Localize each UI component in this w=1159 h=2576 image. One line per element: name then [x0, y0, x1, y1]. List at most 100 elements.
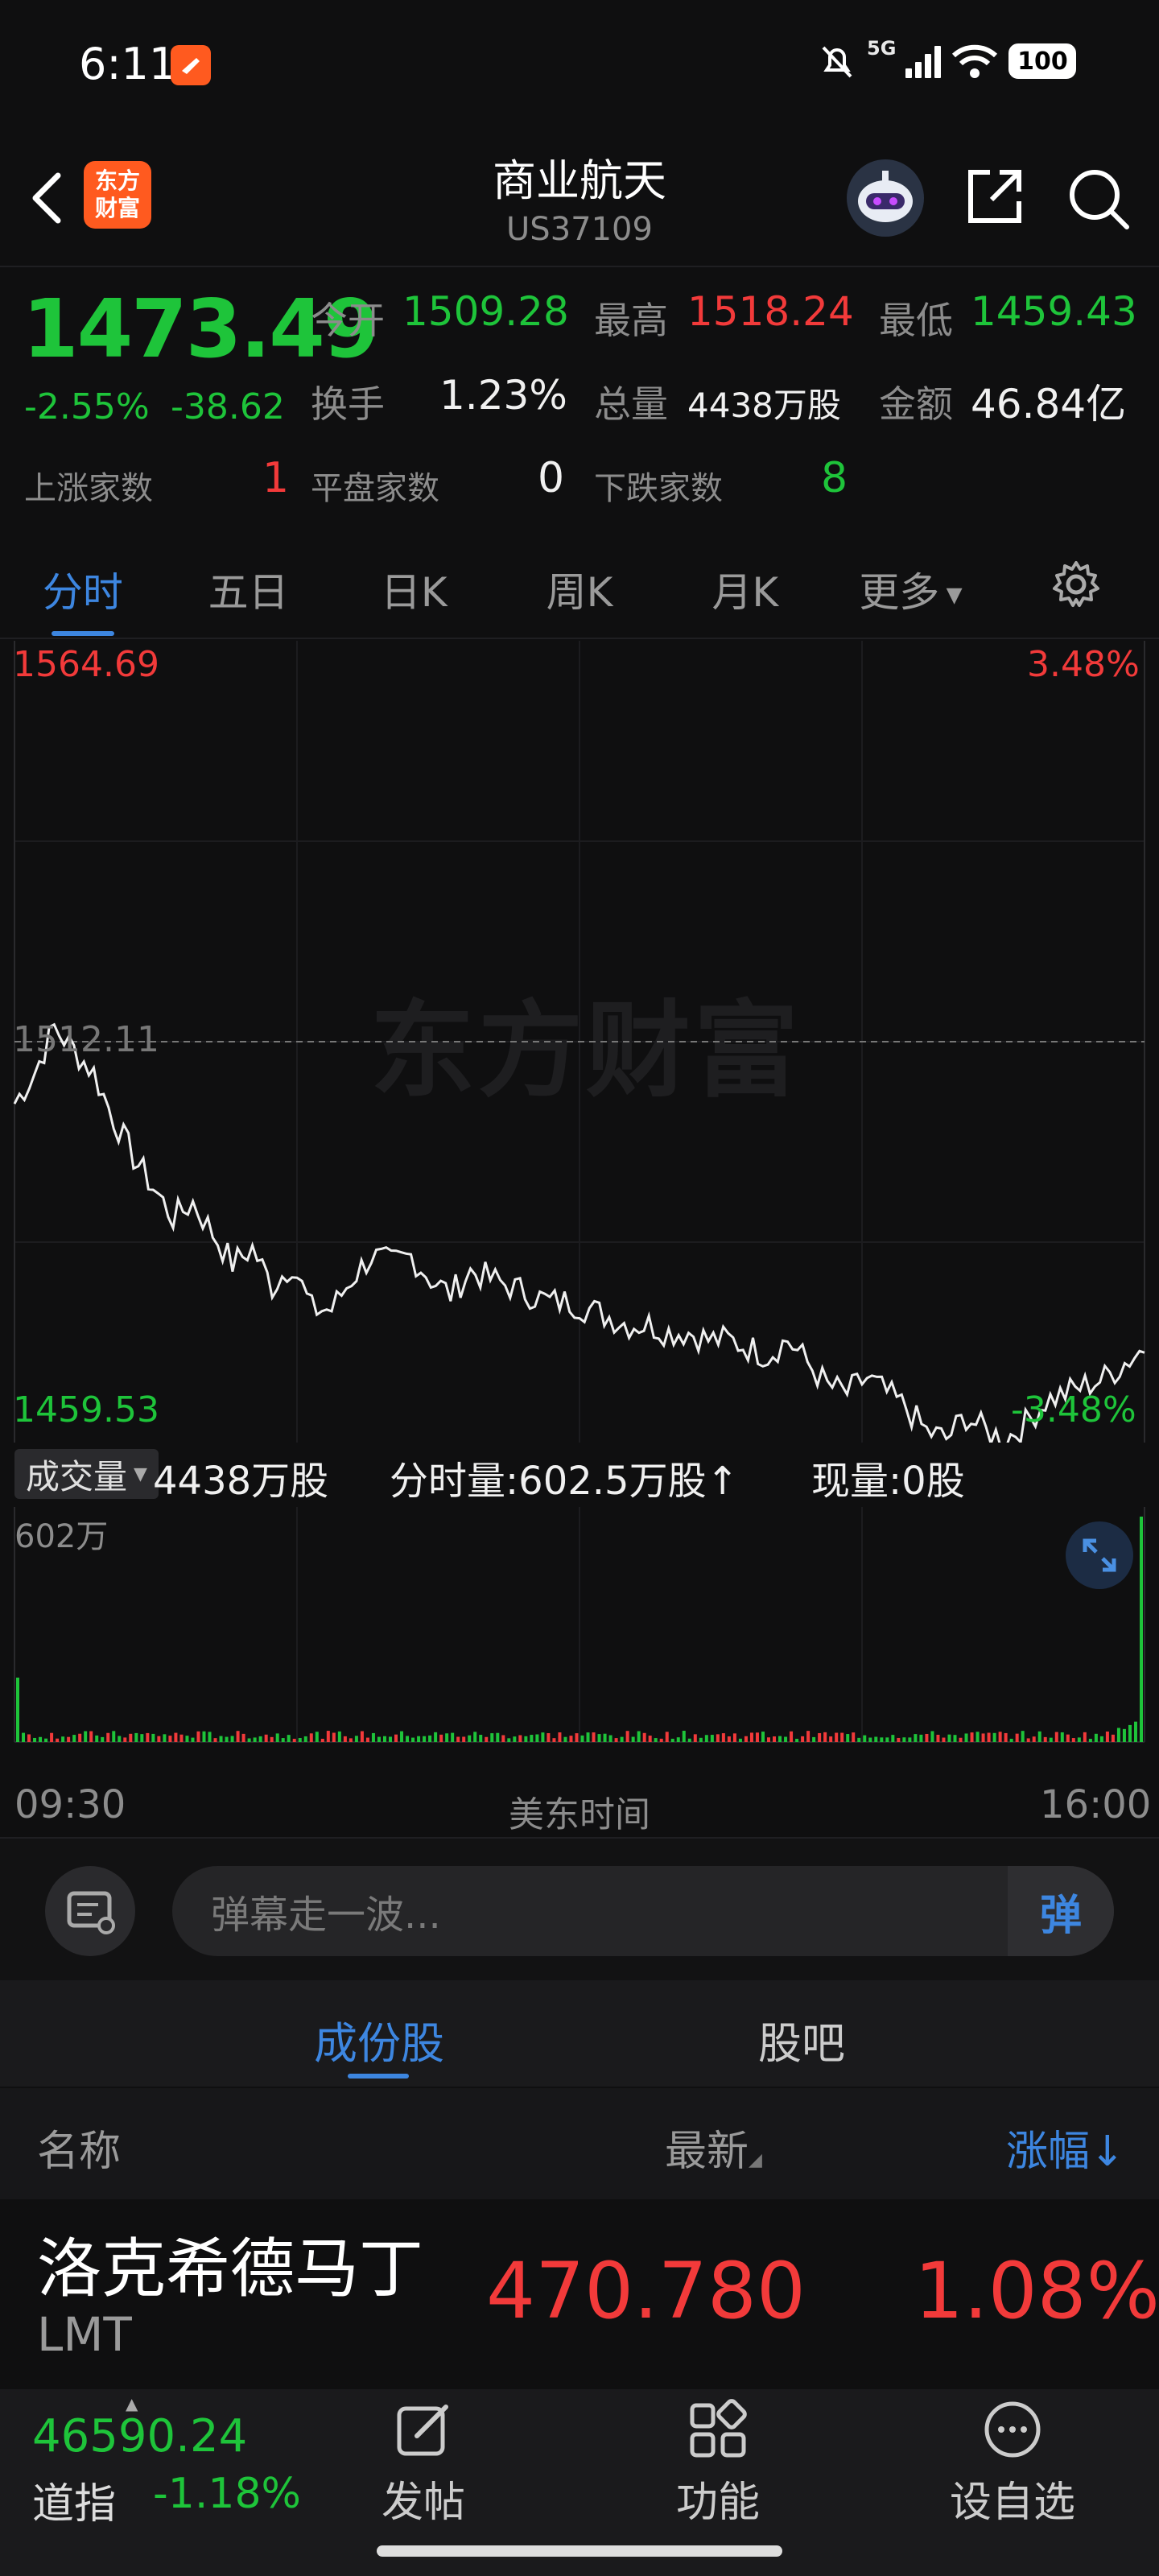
volume-bar	[947, 1734, 951, 1742]
volume-bar	[163, 1734, 167, 1742]
tab-forum[interactable]: 股吧	[758, 2008, 845, 2071]
time-axis-end: 16:00	[1040, 1782, 1152, 1827]
tab-weekly-k[interactable]: 周K	[497, 560, 662, 618]
volume-bar	[72, 1735, 76, 1742]
up-count-value: 1	[262, 454, 290, 502]
volume-bar	[225, 1736, 229, 1742]
chart-top-price: 1564.69	[13, 644, 159, 685]
share-icon[interactable]	[963, 164, 1027, 229]
volume-bar	[648, 1736, 652, 1742]
volume-bar	[693, 1734, 697, 1742]
volume-bar	[428, 1735, 432, 1742]
volume-bar	[631, 1736, 635, 1742]
volume-bar	[146, 1732, 150, 1742]
search-icon[interactable]	[1064, 164, 1132, 232]
volume-bar	[78, 1733, 82, 1742]
tab-more[interactable]: 更多 ▼	[828, 560, 994, 618]
add-watchlist-button[interactable]: 设自选	[932, 2399, 1093, 2529]
volume-bar	[490, 1733, 494, 1742]
volume-bar	[247, 1738, 251, 1742]
volume-bar	[456, 1736, 460, 1742]
volume-bar	[902, 1737, 906, 1742]
volume-bar	[343, 1736, 347, 1742]
volume-bar	[270, 1736, 274, 1742]
volume-bar	[818, 1732, 822, 1742]
volume-bar	[95, 1735, 99, 1742]
danmaku-send-button[interactable]: 弹	[1008, 1866, 1114, 1956]
volume-bar	[795, 1738, 799, 1742]
danmaku-toggle-button[interactable]	[45, 1866, 135, 1956]
tab-monthly-k[interactable]: 月K	[662, 560, 828, 618]
features-button[interactable]: 功能	[637, 2399, 798, 2529]
back-arrow-icon[interactable]	[23, 161, 71, 233]
volume-bar	[868, 1737, 872, 1742]
volume-bar	[1111, 1734, 1115, 1742]
expand-icon[interactable]	[1066, 1521, 1133, 1589]
volume-bar	[423, 1736, 427, 1742]
volume-bar	[67, 1736, 71, 1742]
robot-assistant-icon[interactable]	[847, 159, 924, 237]
dropdown-caret-icon: ▼	[939, 583, 963, 608]
volume-bar	[1004, 1732, 1008, 1742]
change-amount: -38.62	[171, 386, 285, 427]
add-watchlist-label: 设自选	[949, 2479, 1075, 2527]
volume-bar	[665, 1732, 669, 1742]
indicator-select[interactable]: 成交量 ▼	[14, 1449, 159, 1499]
volume-bar	[597, 1734, 601, 1742]
down-count-label: 下跌家数	[594, 470, 723, 507]
index-name: 道指	[32, 2480, 117, 2529]
chart-top-percent: 3.48%	[1027, 644, 1140, 685]
volume-bar	[1015, 1733, 1019, 1742]
volume-bar	[930, 1731, 934, 1742]
volume-bar	[468, 1735, 472, 1742]
post-button[interactable]: 发帖	[343, 2399, 504, 2529]
volume-bar	[264, 1734, 268, 1742]
volume-bar	[880, 1737, 884, 1742]
volume-bar	[592, 1732, 596, 1742]
turnover-label: 换手	[311, 382, 385, 426]
volume-bar	[388, 1736, 392, 1742]
volume-bar	[106, 1732, 110, 1742]
volume-bar	[1122, 1728, 1126, 1742]
volume-chart[interactable]	[0, 1507, 1159, 1781]
tab-daily-k[interactable]: 日K	[331, 560, 497, 618]
column-header-latest[interactable]: 最新◢	[665, 2117, 762, 2178]
volume-bar	[230, 1736, 234, 1742]
volume-bar	[157, 1736, 161, 1742]
volume-bar	[406, 1736, 410, 1742]
volume-bar	[1094, 1733, 1098, 1742]
volume-bar	[603, 1733, 607, 1742]
volume-bar	[16, 1678, 19, 1742]
column-header-change[interactable]: 涨幅↓	[1006, 2117, 1125, 2178]
chart-settings-button[interactable]	[993, 558, 1159, 621]
amount-label: 金额	[879, 382, 953, 426]
volume-bar	[365, 1737, 369, 1742]
volume-bar	[586, 1732, 590, 1742]
index-value[interactable]: 46590.24	[32, 2410, 247, 2462]
tab-five-day[interactable]: 五日	[166, 560, 332, 618]
intraday-price-chart[interactable]	[0, 641, 1159, 1443]
volume-bar	[513, 1736, 517, 1742]
volume-bar	[518, 1735, 522, 1742]
open-value: 1509.28	[402, 288, 569, 335]
mute-bell-icon	[822, 46, 852, 78]
volume-bar	[479, 1735, 483, 1742]
index-change: -1.18%	[153, 2470, 301, 2518]
volume-bar	[755, 1732, 759, 1742]
post-label: 发帖	[381, 2479, 465, 2527]
volume-bar	[140, 1734, 144, 1742]
volume-bar	[1054, 1732, 1058, 1742]
volume-bar	[253, 1737, 257, 1742]
volume-label: 总量	[594, 382, 668, 426]
volume-bar	[485, 1736, 489, 1742]
danmaku-input[interactable]: 弹幕走一波...	[172, 1866, 1114, 1956]
home-indicator	[377, 2545, 782, 2557]
tab-intraday[interactable]: 分时	[0, 560, 166, 618]
column-header-name[interactable]: 名称	[37, 2117, 121, 2178]
tab-constituents[interactable]: 成份股	[314, 2008, 444, 2071]
volume-bar	[569, 1736, 573, 1742]
volume-bar	[773, 1736, 777, 1742]
volume-bar	[970, 1732, 974, 1742]
sort-corner-icon: ◢	[749, 2150, 762, 2170]
volume-bar	[382, 1736, 386, 1742]
